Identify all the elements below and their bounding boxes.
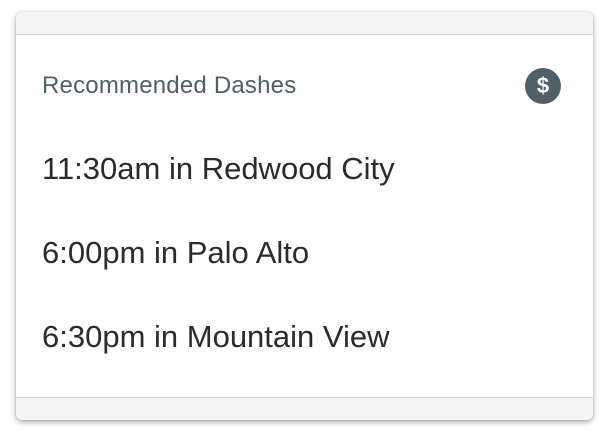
dash-list: 11:30am in Redwood City 6:00pm in Palo A…	[42, 148, 567, 400]
recommended-dashes-card: Recommended Dashes $ 11:30am in Redwood …	[16, 12, 593, 420]
card-header: Recommended Dashes $	[42, 68, 561, 104]
card-title: Recommended Dashes	[42, 72, 297, 99]
dash-list-item[interactable]: 6:00pm in Palo Alto	[42, 232, 567, 316]
dollar-icon: $	[525, 68, 561, 104]
card-top-strip	[16, 12, 593, 35]
card-bottom-strip	[16, 397, 593, 420]
dash-list-item[interactable]: 11:30am in Redwood City	[42, 148, 567, 232]
dash-list-item[interactable]: 6:30pm in Mountain View	[42, 316, 567, 400]
